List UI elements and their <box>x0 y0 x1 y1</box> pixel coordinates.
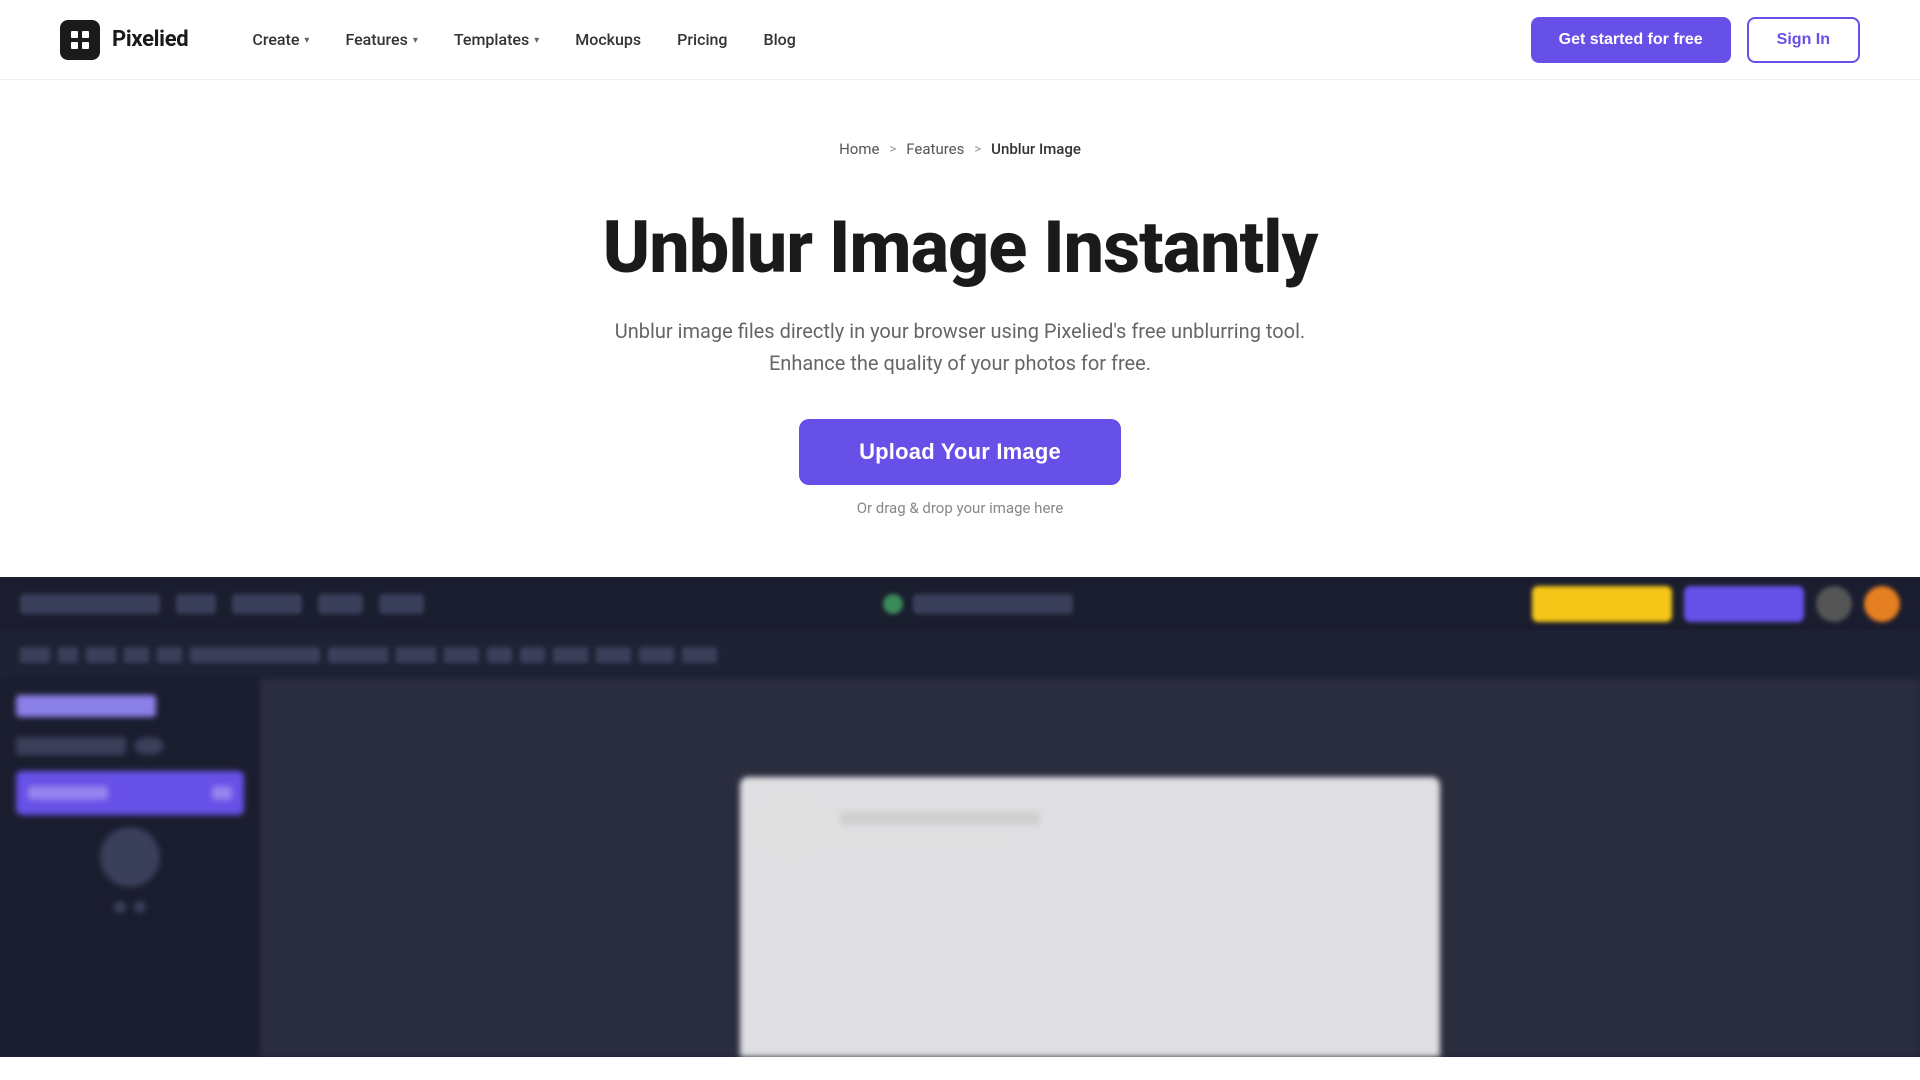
canvas-content <box>740 777 1440 877</box>
app-avatar-2 <box>1864 586 1900 622</box>
app-secondary-row <box>20 647 717 663</box>
nav-label-blog: Blog <box>764 30 796 49</box>
canvas-text-2 <box>840 833 1000 843</box>
breadcrumb-features[interactable]: Features <box>906 140 964 158</box>
app-chip-8 <box>396 647 436 663</box>
breadcrumb-separator-1: > <box>889 142 896 157</box>
app-avatar <box>1816 586 1852 622</box>
nav-item-mockups[interactable]: Mockups <box>561 22 655 57</box>
logo[interactable]: Pixelied <box>60 20 188 60</box>
app-chip-12 <box>553 647 588 663</box>
dot1 <box>114 901 126 913</box>
app-blurred-text-5 <box>379 594 424 614</box>
app-sidebar-chip <box>16 737 126 755</box>
app-canvas-area <box>260 679 1920 1057</box>
dot2 <box>134 901 146 913</box>
app-sidebar-title-bar <box>16 695 156 717</box>
navbar-left: Pixelied Create ▾ Features ▾ Templates ▾… <box>60 20 810 60</box>
nav-item-blog[interactable]: Blog <box>750 22 810 57</box>
chevron-down-icon: ▾ <box>413 35 418 46</box>
nav-item-templates[interactable]: Templates ▾ <box>440 22 553 57</box>
nav-label-create: Create <box>252 30 299 49</box>
nav-item-pricing[interactable]: Pricing <box>663 22 741 57</box>
app-chip-4 <box>124 647 149 663</box>
app-sidebar-dots <box>16 901 244 913</box>
app-chip-2 <box>58 647 78 663</box>
logo-text: Pixelied <box>112 27 188 52</box>
breadcrumb: Home > Features > Unblur Image <box>0 140 1920 158</box>
app-main-area <box>0 679 1920 1057</box>
navbar: Pixelied Create ▾ Features ▾ Templates ▾… <box>0 0 1920 80</box>
breadcrumb-home[interactable]: Home <box>839 140 879 158</box>
main-content: Home > Features > Unblur Image Unblur Im… <box>0 80 1920 1057</box>
canvas-text-col <box>840 811 1040 843</box>
nav-label-pricing: Pricing <box>677 30 727 49</box>
hero-subtitle-line1: Unblur image files directly in your brow… <box>615 319 1305 343</box>
app-chip-6 <box>190 647 320 663</box>
logo-svg <box>68 28 92 52</box>
app-sidebar-items <box>16 827 244 913</box>
app-sidebar <box>0 679 260 1057</box>
app-toolbar-left <box>20 594 424 614</box>
app-status-dot <box>883 594 903 614</box>
app-blurred-text-4 <box>318 594 363 614</box>
app-sidebar-button <box>16 771 244 815</box>
hero-title: Unblur Image Instantly <box>60 208 1860 287</box>
canvas-text-1 <box>840 811 1040 825</box>
get-started-button[interactable]: Get started for free <box>1531 17 1731 63</box>
chevron-down-icon: ▾ <box>304 35 309 46</box>
app-toolbar-center <box>883 594 1073 614</box>
drag-drop-hint: Or drag & drop your image here <box>857 499 1064 517</box>
nav-label-mockups: Mockups <box>575 30 641 49</box>
app-blurred-text-3 <box>232 594 302 614</box>
upload-container: Upload Your Image Or drag & drop your im… <box>60 419 1860 517</box>
nav-item-create[interactable]: Create ▾ <box>238 22 323 57</box>
app-canvas-white <box>740 777 1440 1057</box>
hero-subtitle-line2: Enhance the quality of your photos for f… <box>769 351 1151 375</box>
app-sidebar-btn-icon <box>212 786 232 800</box>
app-sidebar-circle <box>100 827 160 887</box>
nav-label-features: Features <box>345 30 407 49</box>
app-chip-11 <box>520 647 545 663</box>
app-sidebar-chip2 <box>134 737 164 755</box>
nav-item-features[interactable]: Features ▾ <box>331 22 431 57</box>
app-chip-5 <box>157 647 182 663</box>
nav-links: Create ▾ Features ▾ Templates ▾ Mockups … <box>238 22 809 57</box>
app-preview <box>0 577 1920 1057</box>
app-chip-9 <box>444 647 479 663</box>
canvas-circle <box>760 797 820 857</box>
chevron-down-icon: ▾ <box>534 35 539 46</box>
app-chip-10 <box>487 647 512 663</box>
upload-image-button[interactable]: Upload Your Image <box>799 419 1121 485</box>
hero-subtitle: Unblur image files directly in your brow… <box>610 315 1310 379</box>
nav-label-templates: Templates <box>454 30 529 49</box>
hero-section: Unblur Image Instantly Unblur image file… <box>0 208 1920 517</box>
app-toolbar-right <box>1532 586 1900 622</box>
app-chip-7 <box>328 647 388 663</box>
app-chip-15 <box>682 647 717 663</box>
app-blurred-text-center <box>913 594 1073 614</box>
app-sidebar-btn-text <box>28 786 108 800</box>
app-chip-14 <box>639 647 674 663</box>
app-yellow-button <box>1532 586 1672 622</box>
app-toolbar-top <box>0 577 1920 631</box>
logo-icon <box>60 20 100 60</box>
app-chip-1 <box>20 647 50 663</box>
breadcrumb-current: Unblur Image <box>991 140 1081 158</box>
breadcrumb-separator-2: > <box>974 142 981 157</box>
app-blurred-text-2 <box>176 594 216 614</box>
sign-in-button[interactable]: Sign In <box>1747 17 1860 63</box>
canvas-row-1 <box>760 797 1420 857</box>
app-sidebar-row <box>16 737 244 755</box>
app-blurred-text-1 <box>20 594 160 614</box>
app-chip-3 <box>86 647 116 663</box>
app-purple-button <box>1684 586 1804 622</box>
app-toolbar-secondary <box>0 631 1920 679</box>
app-chip-13 <box>596 647 631 663</box>
navbar-right: Get started for free Sign In <box>1531 17 1860 63</box>
